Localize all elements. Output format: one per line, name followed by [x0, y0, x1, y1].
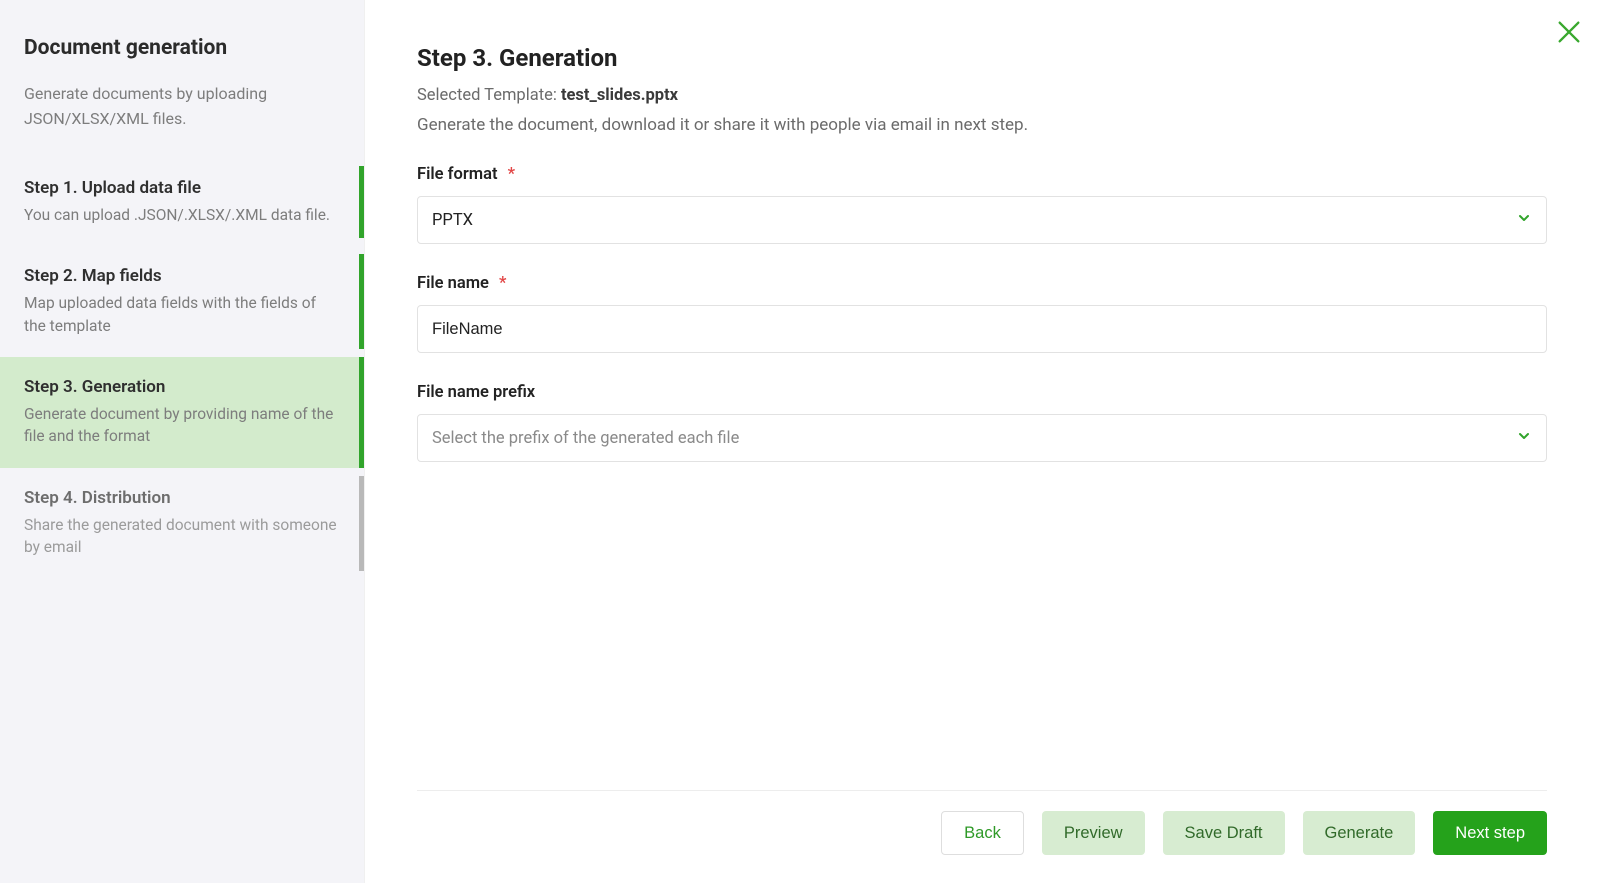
file-format-value: PPTX: [432, 211, 473, 230]
sidebar-title: Document generation: [24, 36, 340, 60]
label-text: File name prefix: [417, 383, 535, 402]
sidebar-step-2[interactable]: Step 2. Map fields Map uploaded data fie…: [0, 246, 364, 357]
step-description: Share the generated document with someon…: [24, 514, 340, 559]
step-title: Step 3. Generation: [24, 377, 340, 397]
main-panel: Step 3. Generation Selected Template: te…: [365, 0, 1603, 883]
step-title: Step 4. Distribution: [24, 488, 340, 508]
sidebar-header: Document generation Generate documents b…: [0, 36, 364, 158]
required-marker: *: [508, 165, 515, 184]
step-description: Generate document by providing name of t…: [24, 403, 340, 448]
sidebar-step-4[interactable]: Step 4. Distribution Share the generated…: [0, 468, 364, 579]
sidebar-step-1[interactable]: Step 1. Upload data file You can upload …: [0, 158, 364, 246]
file-name-label: File name *: [417, 274, 1547, 293]
close-icon[interactable]: [1555, 18, 1583, 46]
field-file-format: File format * PPTX: [417, 165, 1547, 244]
step-title: Step 2. Map fields: [24, 266, 340, 286]
selected-template: Selected Template: test_slides.pptx: [417, 86, 1547, 105]
field-file-name-prefix: File name prefix Select the prefix of th…: [417, 383, 1547, 462]
required-marker: *: [499, 274, 506, 293]
preview-button[interactable]: Preview: [1042, 811, 1145, 855]
back-button[interactable]: Back: [941, 811, 1024, 855]
page-description: Generate the document, download it or sh…: [417, 115, 1547, 135]
generate-button[interactable]: Generate: [1303, 811, 1416, 855]
file-format-select[interactable]: PPTX: [417, 196, 1547, 244]
sidebar-description: Generate documents by uploading JSON/XLS…: [24, 82, 340, 132]
step-title: Step 1. Upload data file: [24, 178, 340, 198]
chevron-down-icon: [1516, 428, 1532, 449]
selected-template-name: test_slides.pptx: [561, 86, 678, 105]
page-title: Step 3. Generation: [417, 44, 1547, 72]
file-name-prefix-label: File name prefix: [417, 383, 1547, 402]
field-file-name: File name *: [417, 274, 1547, 353]
footer-actions: Back Preview Save Draft Generate Next st…: [417, 790, 1547, 883]
file-name-prefix-placeholder: Select the prefix of the generated each …: [432, 429, 739, 448]
save-draft-button[interactable]: Save Draft: [1163, 811, 1285, 855]
chevron-down-icon: [1516, 210, 1532, 231]
label-text: File format: [417, 165, 498, 184]
step-description: You can upload .JSON/.XLSX/.XML data fil…: [24, 204, 340, 226]
step-description: Map uploaded data fields with the fields…: [24, 292, 340, 337]
next-step-button[interactable]: Next step: [1433, 811, 1547, 855]
file-format-label: File format *: [417, 165, 1547, 184]
sidebar-step-3[interactable]: Step 3. Generation Generate document by …: [0, 357, 364, 468]
sidebar: Document generation Generate documents b…: [0, 0, 365, 883]
label-text: File name: [417, 274, 489, 293]
file-name-input[interactable]: [417, 305, 1547, 353]
file-name-prefix-select[interactable]: Select the prefix of the generated each …: [417, 414, 1547, 462]
selected-template-label: Selected Template:: [417, 86, 561, 105]
